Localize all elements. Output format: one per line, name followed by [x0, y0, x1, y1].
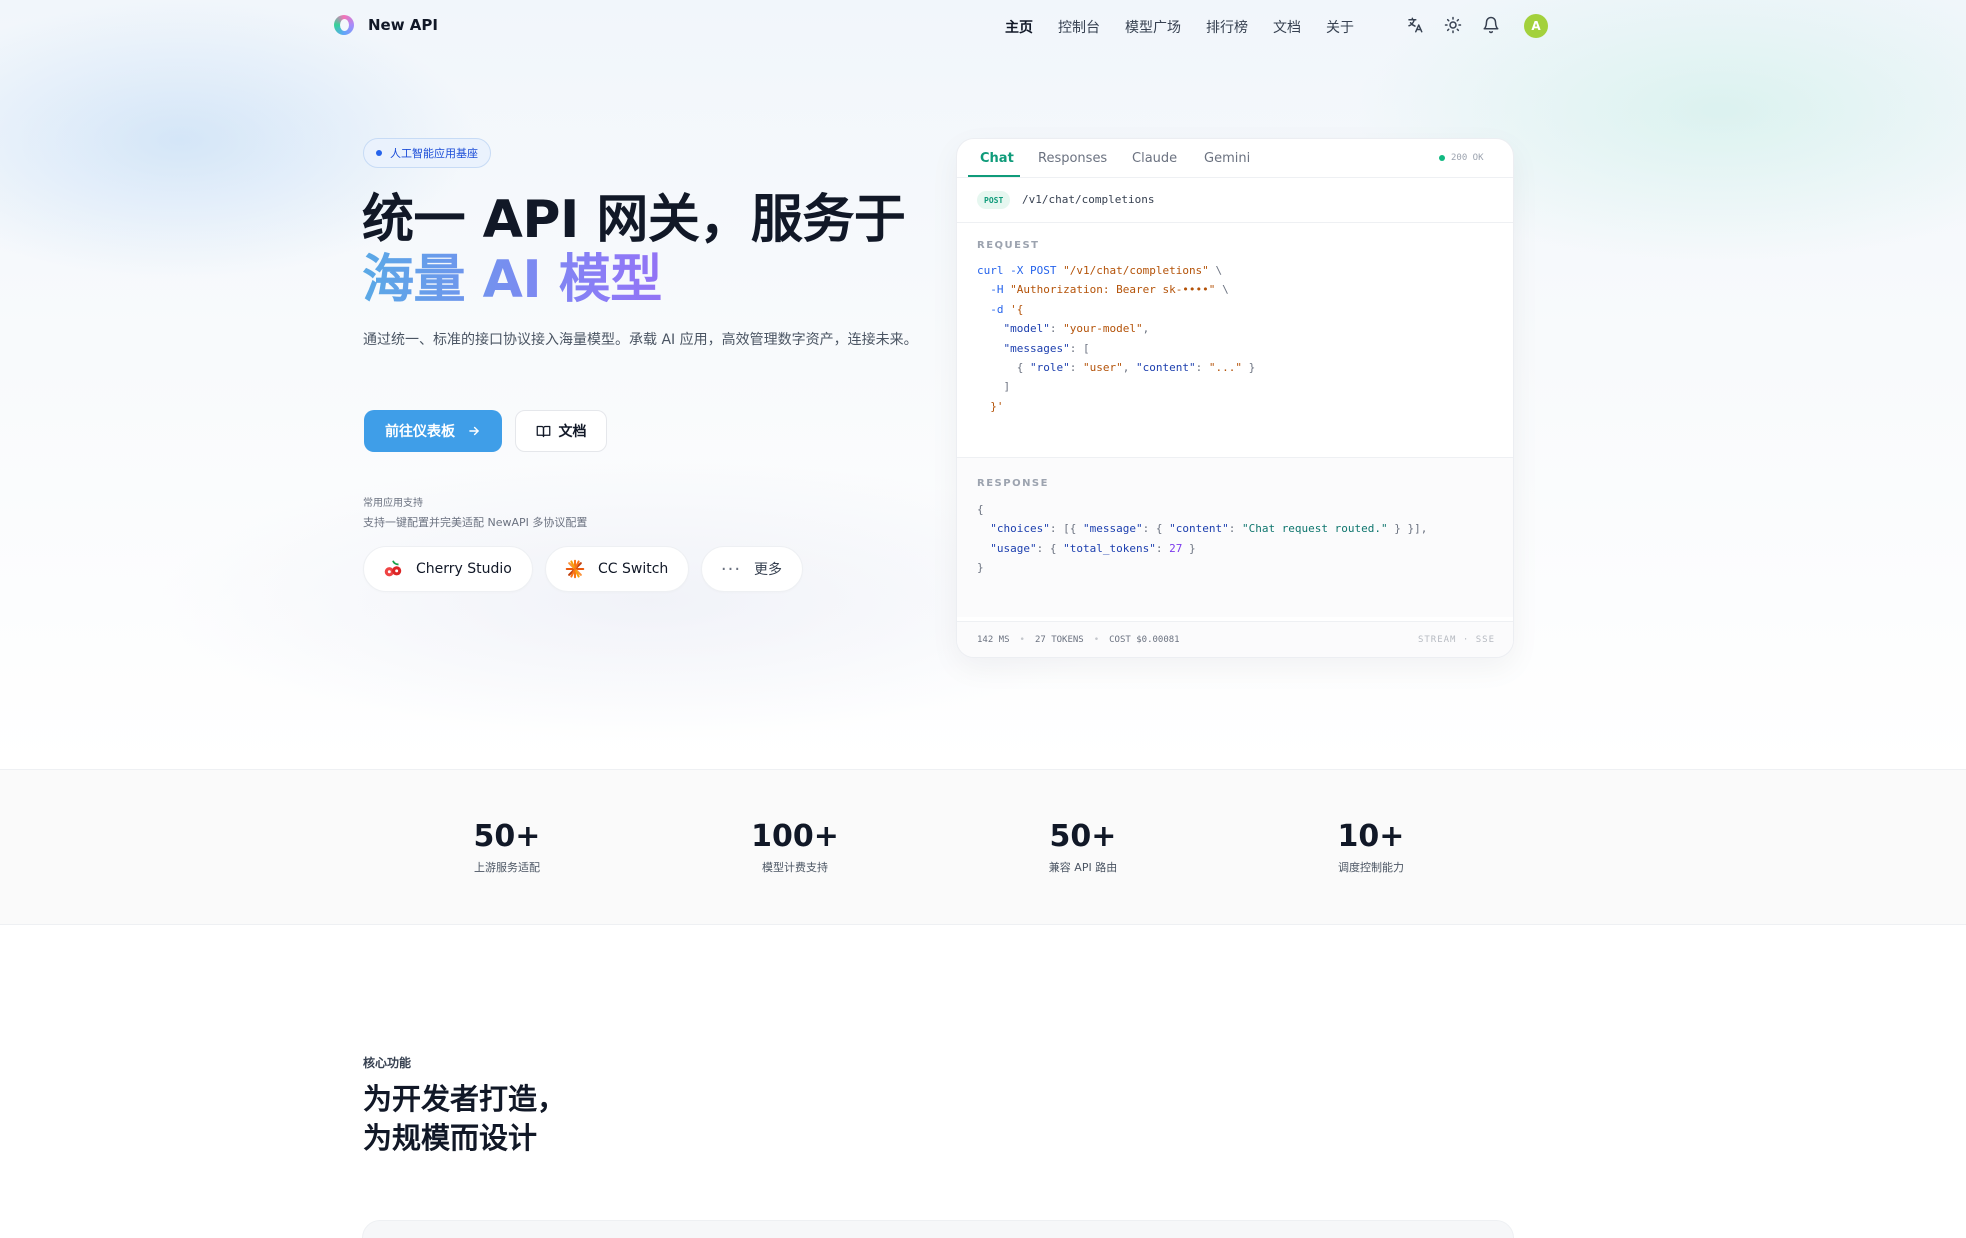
stat-routes: 50+ 兼容 API 路由	[983, 819, 1183, 875]
stat-label: 调度控制能力	[1338, 861, 1404, 874]
starburst-icon	[564, 558, 586, 580]
stat-scheduling: 10+ 调度控制能力	[1271, 819, 1471, 875]
tab-claude[interactable]: Claude	[1132, 151, 1177, 166]
status-text: 200 OK	[1451, 153, 1484, 163]
support-title: 常用应用支持	[363, 498, 423, 509]
tab-responses[interactable]: Responses	[1038, 151, 1107, 166]
response-label: RESPONSE	[977, 478, 1049, 489]
nav-link-rankings[interactable]: 排行榜	[1206, 17, 1248, 37]
app-chip-more[interactable]: ··· 更多	[701, 546, 803, 592]
response-status: 200 OK	[1439, 153, 1484, 163]
stat-label: 模型计费支持	[762, 861, 828, 874]
stat-value: 10+	[1337, 819, 1405, 854]
endpoint-row: POST /v1/chat/completions	[957, 179, 1513, 223]
stat-billing: 100+ 模型计费支持	[695, 819, 895, 875]
nav-link-console[interactable]: 控制台	[1058, 17, 1100, 37]
go-dashboard-label: 前往仪表板	[385, 424, 455, 440]
go-dashboard-button[interactable]: 前往仪表板	[364, 410, 502, 452]
hero-subtitle: 通过统一、标准的接口协议接入海量模型。承载 AI 应用，高效管理数字资产，连接未…	[363, 332, 918, 348]
features-title-line1: 为开发者打造，	[363, 1082, 567, 1116]
features-panel	[362, 1220, 1514, 1238]
support-subtitle: 支持一键配置并完美适配 NewAPI 多协议配置	[363, 516, 588, 529]
top-nav: New API 主页 控制台 模型广场 排行榜 文档 关于 A	[0, 0, 1966, 52]
nav-link-about[interactable]: 关于	[1326, 17, 1354, 37]
bell-icon[interactable]	[1480, 14, 1502, 36]
app-chip-label: CC Switch	[598, 561, 669, 577]
brand-name[interactable]: New API	[368, 16, 438, 34]
app-chip-label: 更多	[754, 562, 782, 578]
request-code: curl -X POST "/v1/chat/completions" \ -H…	[977, 264, 1256, 413]
stat-value: 100+	[751, 819, 839, 854]
app-chip-cherry-studio[interactable]: Cherry Studio	[363, 546, 533, 592]
nav-link-models[interactable]: 模型广场	[1125, 17, 1181, 37]
request-label: REQUEST	[977, 240, 1040, 251]
hero-title: 统一 API 网关，服务于 海量 AI 模型	[362, 190, 906, 310]
nav-links: 主页 控制台 模型广场 排行榜 文档 关于	[1005, 17, 1379, 37]
stat-label: 兼容 API 路由	[1048, 861, 1118, 874]
status-dot-icon	[1439, 155, 1445, 161]
app-chip-cc-switch[interactable]: CC Switch	[545, 546, 690, 592]
response-metrics: 142 MS • 27 TOKENS • COST $0.00081	[977, 635, 1180, 645]
badge-label: 人工智能应用基座	[390, 147, 478, 160]
app-chip-label: Cherry Studio	[416, 561, 512, 577]
book-icon	[536, 425, 550, 437]
stat-label: 上游服务适配	[474, 861, 540, 874]
tab-gemini[interactable]: Gemini	[1204, 151, 1250, 166]
tokens-metric: 27 TOKENS	[1034, 635, 1084, 645]
card-footer: 142 MS • 27 TOKENS • COST $0.00081 STREA…	[957, 621, 1513, 657]
user-avatar[interactable]: A	[1524, 14, 1548, 38]
http-method-badge: POST	[977, 191, 1011, 209]
docs-button[interactable]: 文档	[515, 410, 607, 452]
cherry-icon	[382, 558, 404, 580]
arrow-right-icon	[469, 426, 479, 436]
response-section: RESPONSE { "choices": [{ "message": { "c…	[957, 457, 1513, 617]
nav-link-home[interactable]: 主页	[1005, 17, 1033, 37]
more-dots-icon: ···	[720, 558, 742, 580]
features-title-line2: 为规模而设计	[363, 1121, 538, 1155]
brand-logo-icon[interactable]	[334, 15, 354, 35]
cost-metric: COST $0.00081	[1109, 635, 1180, 645]
response-code: { "choices": [{ "message": { "content": …	[977, 503, 1428, 575]
badge-dot-icon	[376, 150, 382, 156]
active-tab-indicator	[968, 175, 1020, 177]
stat-value: 50+	[473, 819, 541, 854]
tab-chat[interactable]: Chat	[980, 151, 1014, 166]
sun-icon[interactable]	[1442, 14, 1464, 36]
stat-upstream: 50+ 上游服务适配	[407, 819, 607, 875]
features-kicker: 核心功能	[363, 1056, 412, 1070]
hero-title-line1: 统一 API 网关，服务于	[362, 190, 906, 250]
hero-badge: 人工智能应用基座	[363, 138, 491, 168]
latency-metric: 142 MS	[977, 635, 1010, 645]
docs-button-label: 文档	[558, 424, 587, 440]
features-title: 为开发者打造， 为规模而设计	[363, 1080, 566, 1158]
hero-title-line2: 海量 AI 模型	[362, 250, 905, 310]
api-example-card: Chat Responses Claude Gemini 200 OK POST…	[956, 138, 1514, 658]
stat-value: 50+	[1049, 819, 1117, 854]
stream-mode: STREAM · SSE	[1417, 635, 1495, 645]
endpoint-path: /v1/chat/completions	[1022, 193, 1155, 206]
nav-link-docs[interactable]: 文档	[1273, 17, 1301, 37]
translate-icon[interactable]	[1404, 14, 1426, 36]
protocol-tabs: Chat Responses Claude Gemini 200 OK	[957, 139, 1513, 178]
